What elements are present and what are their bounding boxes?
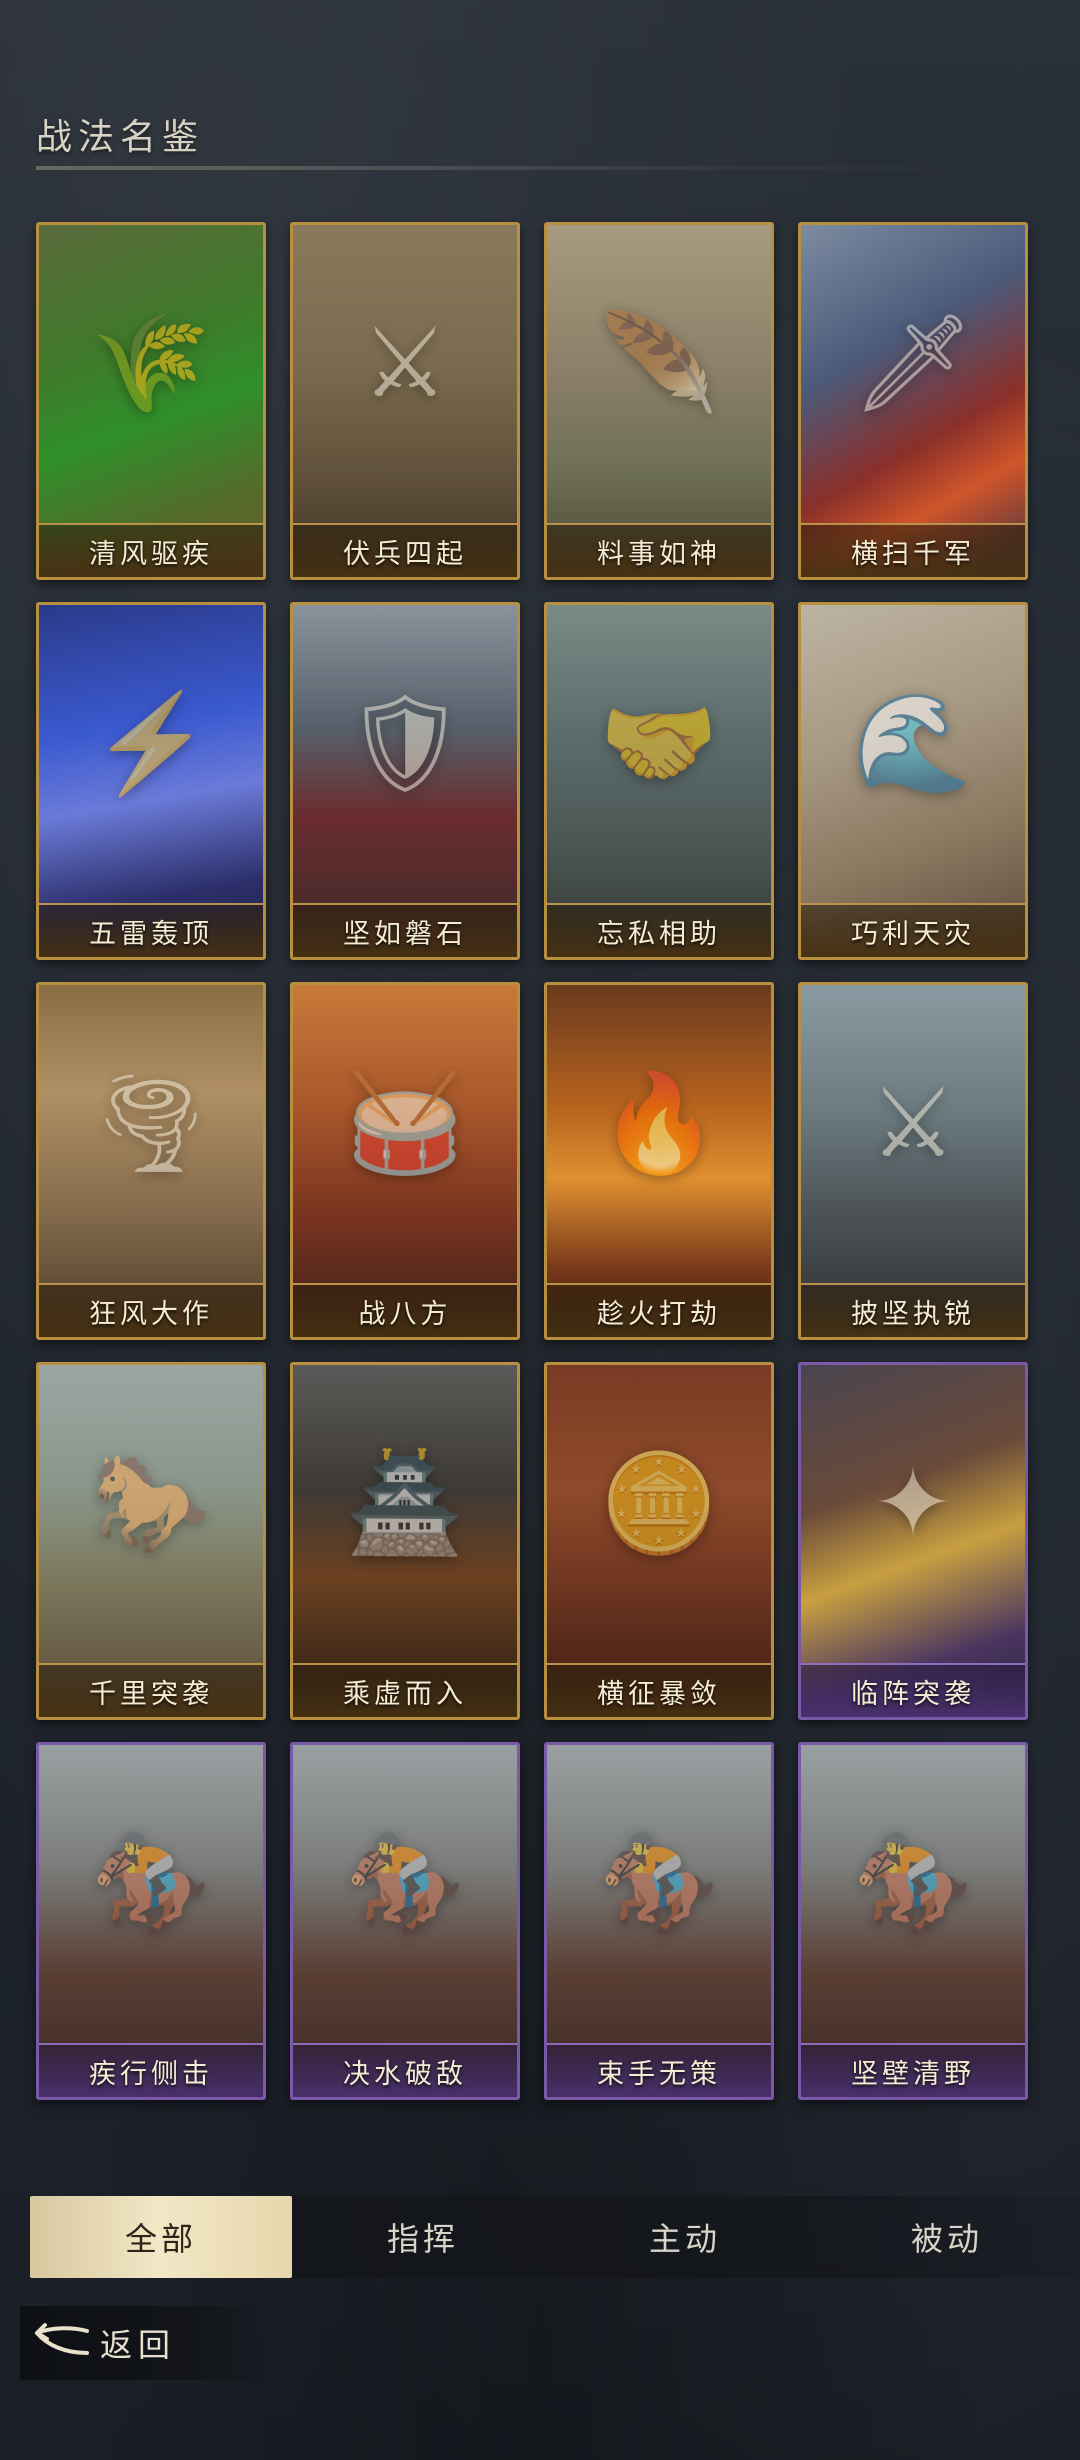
armored-general-icon: ⚔ [869, 1067, 957, 1179]
fire-icon: 🔥 [599, 1067, 719, 1179]
tactic-card[interactable]: 🏇 束手无策 [544, 1742, 774, 2100]
card-label: 料事如神 [547, 523, 771, 577]
cavalry-icon: 🐎 [91, 1447, 211, 1559]
filter-tab-all[interactable]: 全部 [30, 2196, 292, 2278]
flood-icon: 🌊 [853, 687, 973, 799]
filter-tab-command[interactable]: 指挥 [292, 2196, 554, 2278]
card-label: 趁火打劫 [547, 1283, 771, 1337]
card-label: 清风驱疾 [39, 523, 263, 577]
tactic-card[interactable]: 🌾 清风驱疾 [36, 222, 266, 580]
sweeping-blade-icon: 🗡 [852, 307, 974, 419]
card-label: 横征暴敛 [547, 1663, 771, 1717]
card-label: 决水破敌 [293, 2043, 517, 2097]
card-label: 五雷轰顶 [39, 903, 263, 957]
tactic-card[interactable]: 🏇 疾行侧击 [36, 1742, 266, 2100]
tactic-card[interactable]: 🛡 坚如磐石 [290, 602, 520, 960]
torch-infiltration-icon: 🏯 [345, 1447, 465, 1559]
card-label: 忘私相助 [547, 903, 771, 957]
filter-tab-active[interactable]: 主动 [554, 2196, 816, 2278]
tactic-card[interactable]: 🪶 料事如神 [544, 222, 774, 580]
feather-fan-icon: 🪶 [599, 307, 719, 419]
tactic-card[interactable]: ⚡ 五雷轰顶 [36, 602, 266, 960]
tactic-card[interactable]: 🌪 狂风大作 [36, 982, 266, 1340]
war-drum-icon: 🥁 [345, 1067, 465, 1179]
mounted-general-icon: 🏇 [91, 1827, 211, 1939]
tactic-card[interactable]: 🐎 千里突袭 [36, 1362, 266, 1720]
back-label: 返回 [100, 2326, 177, 2364]
shield-wall-icon: 🛡 [344, 687, 466, 799]
tactic-card[interactable]: ⚔ 伏兵四起 [290, 222, 520, 580]
card-label: 千里突袭 [39, 1663, 263, 1717]
page-title: 战法名鉴 [36, 117, 205, 158]
tactic-card[interactable]: 🪙 横征暴敛 [544, 1362, 774, 1720]
tactic-card[interactable]: 🥁 战八方 [290, 982, 520, 1340]
filter-tab-passive[interactable]: 被动 [816, 2196, 1078, 2278]
mounted-general-icon: 🏇 [599, 1827, 719, 1939]
card-label: 临阵突袭 [801, 1663, 1025, 1717]
tactic-card[interactable]: 🤝 忘私相助 [544, 602, 774, 960]
back-button[interactable]: 返回 [20, 2306, 260, 2380]
tactic-card[interactable]: ⚔ 披坚执锐 [798, 982, 1028, 1340]
card-label: 战八方 [293, 1283, 517, 1337]
card-label: 坚壁清野 [801, 2043, 1025, 2097]
card-label: 乘虚而入 [293, 1663, 517, 1717]
tactic-card[interactable]: 🏇 决水破敌 [290, 1742, 520, 2100]
tactics-grid: 🌾 清风驱疾 ⚔ 伏兵四起 🪶 料事如神 🗡 横扫千军 ⚡ 五雷轰顶 🛡 坚如磐石 🤝 忘私相助 🌊 巧利天灾… [36, 222, 1036, 2102]
card-label: 伏兵四起 [293, 523, 517, 577]
tactic-card[interactable]: 🏯 乘虚而入 [290, 1362, 520, 1720]
card-label: 狂风大作 [39, 1283, 263, 1337]
card-label: 坚如磐石 [293, 903, 517, 957]
tactic-card[interactable]: 🗡 横扫千军 [798, 222, 1028, 580]
tactic-card[interactable]: 🏇 坚壁清野 [798, 1742, 1028, 2100]
wind-grass-icon: 🌾 [91, 307, 211, 419]
card-label: 巧利天灾 [801, 903, 1025, 957]
lightning-icon: ⚡ [91, 687, 211, 799]
back-arrow-icon [20, 2306, 100, 2380]
helping-hand-icon: 🤝 [599, 687, 719, 799]
mounted-general-icon: 🏇 [345, 1827, 465, 1939]
mounted-general-icon: 🏇 [853, 1827, 973, 1939]
tactic-card[interactable]: 🔥 趁火打劫 [544, 982, 774, 1340]
glowing-spear-icon: ✦ [872, 1447, 954, 1559]
filter-bar: 全部 指挥 主动 被动 [30, 2196, 1080, 2278]
card-label: 横扫千军 [801, 523, 1025, 577]
title-underline [36, 166, 1016, 170]
tornado-icon: 🌪 [90, 1067, 212, 1179]
tactic-card[interactable]: 🌊 巧利天灾 [798, 602, 1028, 960]
card-label: 疾行侧击 [39, 2043, 263, 2097]
card-label: 束手无策 [547, 2043, 771, 2097]
coins-icon: 🪙 [599, 1447, 719, 1559]
tactic-card[interactable]: ✦ 临阵突袭 [798, 1362, 1028, 1720]
card-label: 披坚执锐 [801, 1283, 1025, 1337]
ambush-troops-icon: ⚔ [361, 307, 449, 419]
